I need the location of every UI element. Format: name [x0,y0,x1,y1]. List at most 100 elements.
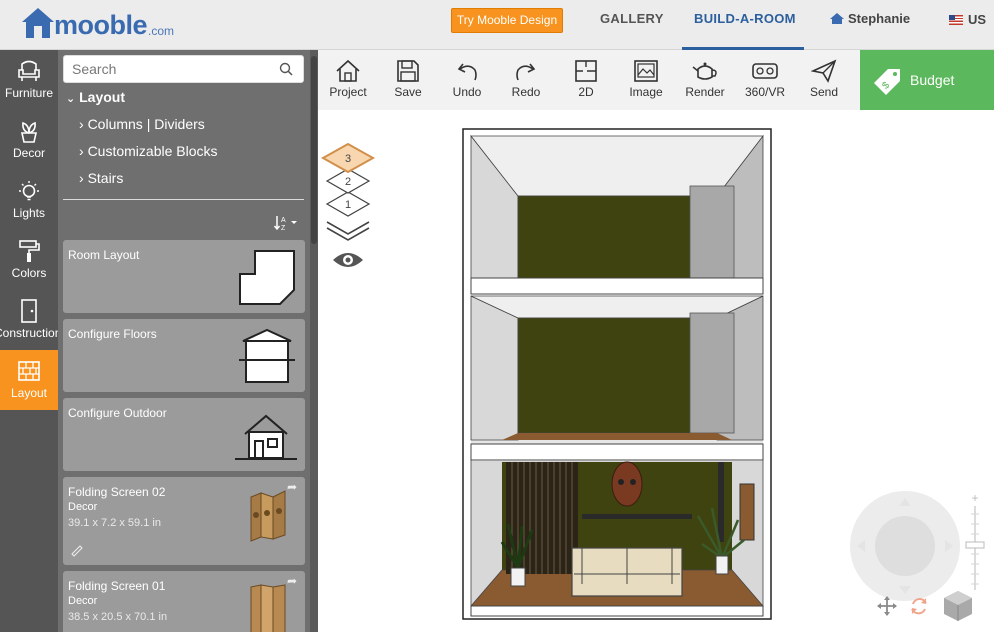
2d-view-button[interactable]: 2D [556,50,616,110]
image-button[interactable]: Image [616,50,676,110]
card-dimensions: 38.5 x 20.5 x 70.1 in [68,611,168,623]
house-logo-icon [22,8,54,38]
armchair-icon [18,60,40,81]
catalog-panel: ⌄ Layout › Columns | Dividers › Customiz… [58,50,310,632]
rail-item-decor[interactable]: Decor [0,110,58,170]
search-input[interactable] [72,56,272,82]
floor-3-room [470,134,764,295]
panel-divider [63,199,304,200]
chevron-right-icon: › [79,116,84,132]
rail-item-colors[interactable]: Colors [0,230,58,290]
redo-icon [516,63,536,81]
try-mooble-design-button[interactable]: Try Mooble Design [451,8,563,33]
main-toolbar: Project Save Undo Redo 2D Image Render 3… [318,50,860,110]
card-title: Folding Screen 01 [68,579,166,593]
card-dimensions: 39.1 x 7.2 x 59.1 in [68,517,161,529]
rail-item-lights[interactable]: Lights [0,170,58,230]
user-menu[interactable]: Stephanie [829,11,910,26]
eye-icon[interactable] [333,253,363,267]
app-window: mooble .com Try Mooble Design GALLERY BU… [0,0,994,632]
floor-level-3[interactable]: 3 [320,142,376,174]
rail-label-colors: Colors [11,266,47,280]
search-icon[interactable] [279,62,293,76]
card-configure-floors[interactable]: Configure Floors [63,319,305,392]
room-3d-view[interactable] [462,128,774,622]
save-button[interactable]: Save [378,50,438,110]
floor-label: 3 [345,153,351,165]
card-title: Room Layout [68,248,140,262]
undo-button[interactable]: Undo [437,50,497,110]
360-vr-button[interactable]: 360/VR [735,50,795,110]
card-room-layout[interactable]: Room Layout [63,240,305,313]
undo-icon [457,63,477,81]
scrollbar-thumb[interactable] [311,56,317,244]
floor-2-room [470,295,764,461]
image-icon [634,60,658,82]
rail-item-layout[interactable]: Layout [0,350,58,410]
language-selector[interactable]: US [949,12,986,27]
redo-button[interactable]: Redo [496,50,556,110]
tree-item-label: Stairs [87,170,124,186]
tool-label: Undo [452,85,482,99]
zoom-handle[interactable] [965,541,985,549]
card-title: Folding Screen 02 [68,485,166,499]
house-icon [235,414,297,460]
logo-suffix: .com [148,24,175,38]
tool-label: Image [629,85,663,99]
tree-item-columns-dividers[interactable]: › Columns | Dividers [79,116,205,132]
rail-label-construction: Construction [0,326,62,340]
rail-item-furniture[interactable]: Furniture [0,50,58,110]
category-rail: Furniture Decor Lights Colors Constructi… [0,50,62,632]
tree-item-customizable-blocks[interactable]: › Customizable Blocks [79,143,218,159]
chevron-right-icon: › [79,170,84,186]
card-folding-screen-02[interactable]: Folding Screen 02 Decor 39.1 x 7.2 x 59.… [63,477,305,565]
logo-wordmark: mooble [54,10,148,40]
chevron-down-icon: ⌄ [66,93,76,105]
nav-gallery[interactable]: GALLERY [600,11,664,26]
price-tag-icon: $ [874,69,900,95]
folding-screen-thumbnail [250,584,286,632]
share-icon[interactable]: ➦ [287,574,297,588]
budget-button[interactable]: $ Budget [860,50,994,110]
paint-roller-icon [19,240,40,262]
tree-head-label: Layout [79,89,125,105]
project-button[interactable]: Project [318,50,378,110]
zoom-in-icon[interactable]: + [971,491,978,505]
share-icon[interactable]: ➦ [287,480,297,494]
navigation-pad[interactable] [849,490,961,602]
panel-scrollbar[interactable] [310,50,318,632]
mooble-logo[interactable]: mooble .com [20,4,174,40]
sort-az-icon[interactable]: A Z [274,214,300,232]
nav-build-a-room[interactable]: BUILD-A-ROOM [694,11,796,26]
plant-icon [21,121,37,143]
rail-label-furniture: Furniture [4,86,54,100]
floor-selector: 1 2 3 [320,142,376,267]
card-title: Configure Outdoor [68,406,167,420]
user-name: Stephanie [848,11,911,26]
home-icon [336,59,360,82]
card-folding-screen-01[interactable]: Folding Screen 01 Decor 38.5 x 20.5 x 70… [63,571,305,632]
card-title: Configure Floors [68,327,157,341]
tree-item-stairs[interactable]: › Stairs [79,170,123,186]
zoom-slider[interactable]: + [964,490,986,598]
all-floors-icon[interactable] [326,221,370,241]
rotate-icon[interactable] [908,595,930,617]
us-flag-icon [949,14,963,25]
render-button[interactable]: Render [675,50,735,110]
top-header: mooble .com Try Mooble Design GALLERY BU… [0,0,994,50]
tree-layout-head[interactable]: ⌄ Layout [66,89,125,105]
ruler-icon [71,545,83,557]
card-configure-outdoor[interactable]: Configure Outdoor [63,398,305,471]
rail-label-lights: Lights [12,206,46,220]
floor-plan-icon [575,60,597,82]
pan-icon[interactable] [876,595,898,617]
rail-item-construction[interactable]: Construction [0,290,62,350]
floor-1-room [470,459,764,617]
tree-item-label: Customizable Blocks [87,143,218,159]
cube-view-icon[interactable] [942,589,974,623]
folding-screen-thumbnail [250,490,286,542]
tool-label: Save [394,85,422,99]
floor-level-1[interactable]: 1 [325,191,371,217]
svg-text:A: A [281,217,286,224]
send-button[interactable]: Send [794,50,854,110]
